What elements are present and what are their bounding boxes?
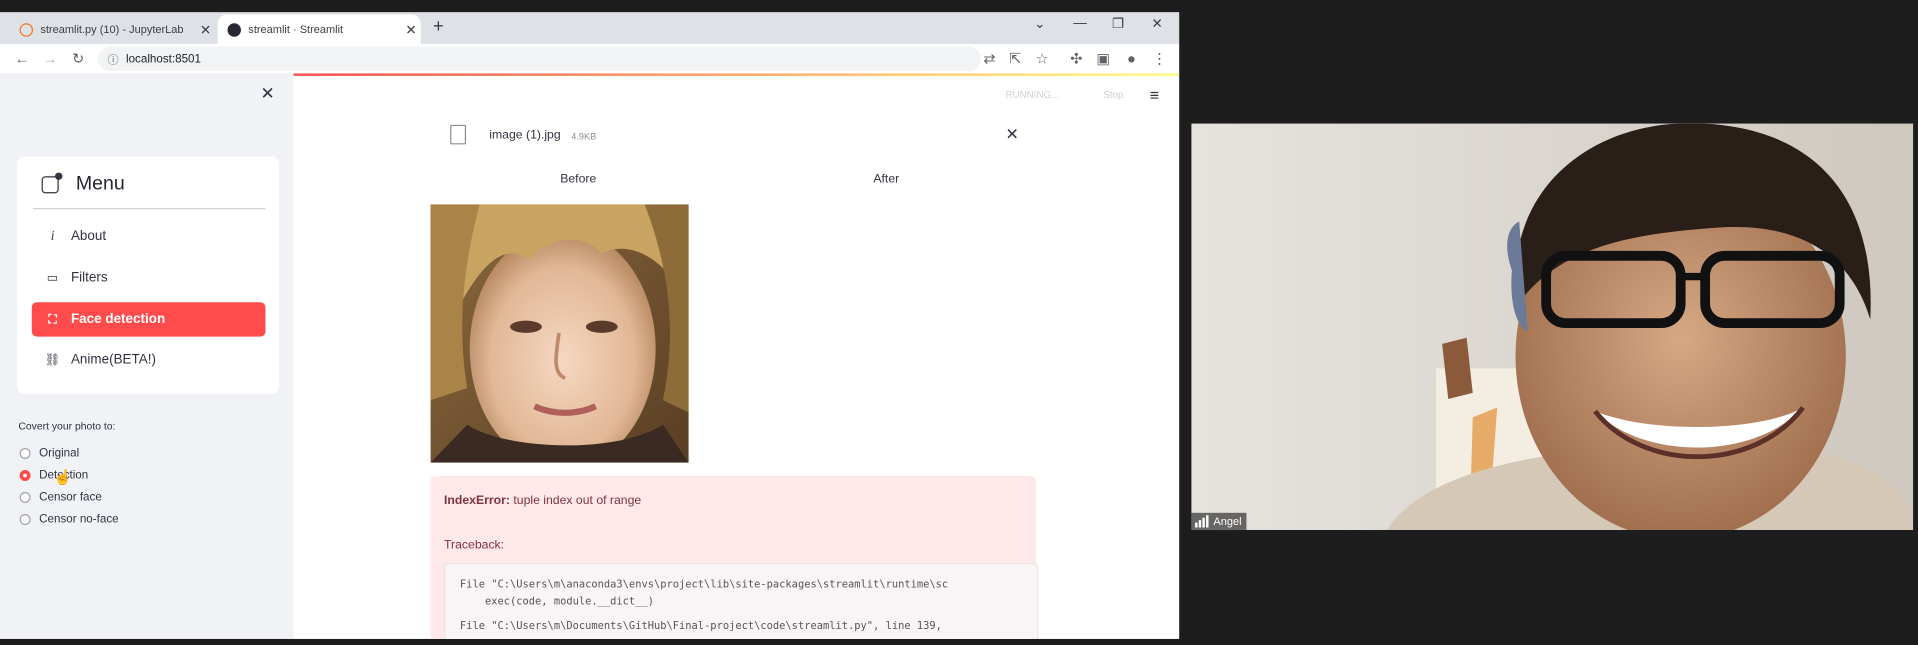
radio-option-censor-no-face[interactable]: Censor no-face <box>19 512 119 527</box>
radio-button[interactable] <box>19 469 31 481</box>
back-icon[interactable]: ← <box>12 49 32 69</box>
header-decoration <box>293 73 1180 76</box>
error-type: IndexError: <box>444 494 510 508</box>
column-header-after: After <box>873 172 900 187</box>
reload-icon[interactable]: ↻ <box>68 49 88 69</box>
menu-header: Menu <box>41 172 125 196</box>
info-icon[interactable]: ⓘ <box>108 51 119 67</box>
menu-item-label: Anime(BETA!) <box>70 352 156 368</box>
bookmark-star-icon[interactable]: ☆ <box>1032 49 1052 69</box>
close-icon[interactable]: ✕ <box>1145 16 1169 32</box>
stop-button[interactable]: Stop <box>1103 89 1123 100</box>
remove-file-icon[interactable]: ✕ <box>1005 125 1018 145</box>
file-icon <box>450 124 467 145</box>
radio-button[interactable] <box>19 492 31 504</box>
browser-toolbar: ← → ↻ ⓘ localhost:8501 ⇄ ⇱ ☆ ✣ ▣ ● ⋮ <box>0 44 1180 75</box>
forward-icon[interactable]: → <box>40 49 60 69</box>
close-icon[interactable]: ✕ <box>196 21 216 38</box>
tab-title: streamlit.py (10) - JupyterLab <box>40 23 184 36</box>
traceback-line: File "C:\Users\m\Documents\GitHub\Final-… <box>459 620 942 633</box>
restore-icon[interactable]: ❐ <box>1106 16 1130 32</box>
new-tab-button[interactable]: + <box>433 16 444 37</box>
menu-item-label: Filters <box>70 270 108 286</box>
signal-strength-icon <box>1195 515 1210 528</box>
menu-title: Menu <box>75 173 125 195</box>
app-icon <box>41 172 63 194</box>
radio-button[interactable] <box>19 447 31 459</box>
divider <box>33 208 266 210</box>
menu-item-about[interactable]: i About <box>32 219 266 253</box>
traceback-line: File "C:\Users\m\anaconda3\envs\project\… <box>459 578 949 592</box>
error-message: tuple index out of range <box>513 494 642 508</box>
kebab-menu-icon[interactable]: ⋮ <box>1150 49 1170 69</box>
tab-streamlit[interactable]: streamlit · Streamlit ✕ <box>217 14 421 45</box>
side-panel-icon[interactable]: ▣ <box>1094 49 1114 69</box>
info-icon: i <box>50 228 55 244</box>
jupyter-icon <box>19 22 34 37</box>
running-status: RUNNING... <box>1005 89 1060 101</box>
streamlit-icon <box>227 22 241 37</box>
profile-icon[interactable]: ● <box>1122 49 1142 69</box>
menu-item-face-detection[interactable]: ⛶ Face detection <box>31 302 266 337</box>
close-icon[interactable]: ✕ <box>401 21 421 38</box>
radio-option-censor-face[interactable]: Censor face <box>19 490 102 505</box>
participant-name-tag: Angel <box>1191 512 1247 530</box>
traceback-line: exec(code, module.__dict__) <box>459 596 654 609</box>
radio-label: Censor face <box>39 490 102 505</box>
uploaded-file-name: image (1).jpg <box>489 128 561 142</box>
share-icon[interactable]: ⇱ <box>1005 49 1025 69</box>
mouse-cursor-icon: ☝ <box>53 468 73 486</box>
tab-strip: streamlit.py (10) - JupyterLab ✕ streaml… <box>0 12 1180 45</box>
translate-icon[interactable]: ⇄ <box>980 49 1000 69</box>
close-sidebar-icon[interactable]: ✕ <box>261 83 275 104</box>
link-icon: ⛓ <box>44 353 61 367</box>
menu-item-label: Face detection <box>70 312 166 327</box>
uploaded-file-size: 4.9KB <box>571 130 597 142</box>
radio-label: Censor no-face <box>39 512 119 527</box>
face-icon: ⛶ <box>48 312 57 327</box>
address-bar[interactable]: ⓘ localhost:8501 <box>97 46 982 71</box>
face-photo <box>430 204 689 463</box>
radio-label: Original <box>39 446 80 461</box>
error-box: IndexError: tuple index out of range Tra… <box>430 476 1039 639</box>
before-image <box>430 204 689 463</box>
participant-name: Angel <box>1213 515 1242 528</box>
menu-item-label: About <box>70 228 107 244</box>
sidebar: ✕ Menu i About ▭ Filters ⛶ Face detectio <box>0 73 294 639</box>
screen: streamlit.py (10) - JupyterLab ✕ streaml… <box>0 0 1918 645</box>
radio-group-label: Covert your photo to: <box>18 419 116 433</box>
menu-card: Menu i About ▭ Filters ⛶ Face detection … <box>17 156 279 395</box>
participant-video <box>1191 123 1914 530</box>
traceback-label: Traceback: <box>444 538 505 552</box>
tab-title: streamlit · Streamlit <box>248 23 344 36</box>
error-title: IndexError: tuple index out of range <box>444 494 641 507</box>
image-icon: ▭ <box>46 271 59 285</box>
column-header-before: Before <box>560 172 597 187</box>
url-text: localhost:8501 <box>126 52 201 66</box>
radio-option-original[interactable]: Original <box>19 446 80 461</box>
minimize-icon[interactable]: — <box>1068 16 1092 31</box>
chevron-down-icon[interactable]: ⌄ <box>1027 16 1051 32</box>
radio-button[interactable] <box>19 514 31 526</box>
main-content: RUNNING... Stop ≡ image (1).jpg 4.9KB ✕ … <box>293 73 1180 639</box>
menu-item-anime[interactable]: ⛓ Anime(BETA!) <box>32 343 266 377</box>
tab-jupyterlab[interactable]: streamlit.py (10) - JupyterLab ✕ <box>10 15 215 44</box>
extensions-icon[interactable]: ✣ <box>1067 49 1087 69</box>
traceback-code: File "C:\Users\m\anaconda3\envs\project\… <box>444 562 1039 639</box>
menu-item-filters[interactable]: ▭ Filters <box>32 261 266 295</box>
video-call-tile: Angel <box>1191 123 1914 530</box>
browser-window: streamlit.py (10) - JupyterLab ✕ streaml… <box>0 12 1180 639</box>
hamburger-menu-icon[interactable]: ≡ <box>1150 86 1159 104</box>
